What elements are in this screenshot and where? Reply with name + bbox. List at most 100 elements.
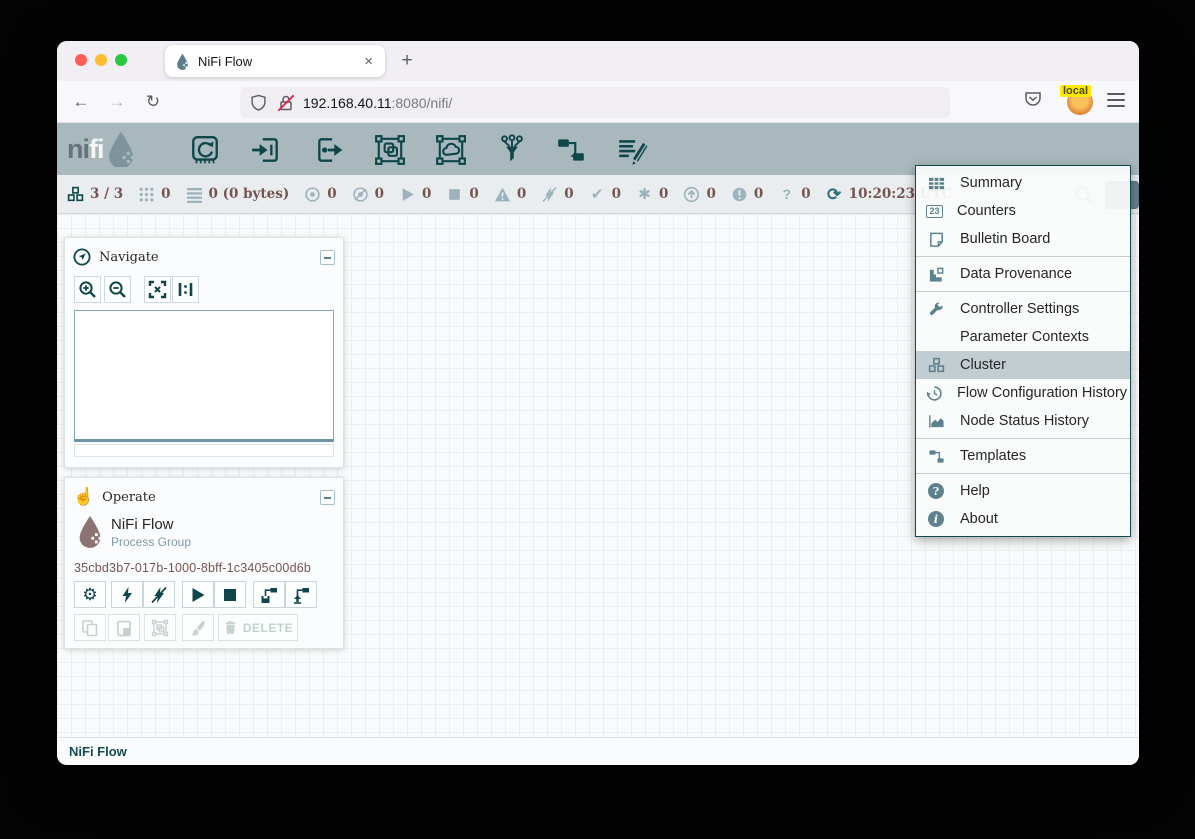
navigate-icon xyxy=(73,248,91,266)
menu-item-bulletin-board[interactable]: Bulletin Board xyxy=(916,225,1130,253)
url-text[interactable]: 192.168.40.11:8080/nifi/ xyxy=(303,95,940,111)
threads-grid-icon xyxy=(138,186,155,203)
profile-badge: local xyxy=(1060,85,1091,97)
upload-template-button[interactable] xyxy=(285,581,317,608)
summary-table-icon xyxy=(926,174,946,192)
wrench-icon xyxy=(926,300,946,318)
stop-button[interactable] xyxy=(214,581,246,608)
stopped-square-icon xyxy=(446,186,463,203)
url-path: :8080/nifi/ xyxy=(392,95,453,111)
insecure-lock-icon[interactable] xyxy=(277,94,295,112)
new-tab-button[interactable]: + xyxy=(395,49,419,73)
menu-item-node-status-history[interactable]: Node Status History xyxy=(916,407,1130,435)
close-window-button[interactable] xyxy=(75,54,87,66)
group-button[interactable] xyxy=(144,614,176,641)
url-host: 192.168.40.11 xyxy=(303,95,392,111)
menu-item-templates[interactable]: Templates xyxy=(916,442,1130,470)
cluster-count: 3 / 3 xyxy=(90,186,123,202)
active-threads-status: 0 xyxy=(138,186,170,203)
minimize-window-button[interactable] xyxy=(95,54,107,66)
stale-status: 0 xyxy=(683,186,715,203)
tab-title: NiFi Flow xyxy=(198,54,362,69)
breadcrumb[interactable]: NiFi Flow xyxy=(69,744,127,759)
locally-modified-status: ✱ 0 xyxy=(636,186,668,203)
queued-list-icon xyxy=(186,186,203,203)
forward-icon[interactable]: → xyxy=(105,90,129,114)
process-group-draggable-icon[interactable] xyxy=(374,134,406,166)
counters-icon: 23 xyxy=(926,205,943,218)
logo-text-fi: fi xyxy=(89,134,104,165)
back-icon[interactable]: ← xyxy=(69,90,93,114)
nifi-favicon xyxy=(175,53,190,70)
menu-item-data-provenance[interactable]: Data Provenance xyxy=(916,260,1130,288)
menu-item-help[interactable]: ? Help xyxy=(916,477,1130,505)
pocket-icon[interactable] xyxy=(1023,89,1043,109)
fill-color-brush-button[interactable] xyxy=(182,614,214,641)
modified-stale-exclamation-icon xyxy=(731,186,748,203)
browser-menu-icon[interactable] xyxy=(1107,93,1125,107)
menu-separator xyxy=(916,473,1130,474)
processor-draggable-icon[interactable] xyxy=(189,134,221,166)
configuration-button[interactable]: ⚙ xyxy=(74,581,106,608)
screenshot-stage: NiFi Flow × + ← → ↻ ☆ 192.168.40.11:8080… xyxy=(0,0,1195,839)
delete-button[interactable]: DELETE xyxy=(218,614,298,641)
refresh-icon[interactable]: ⟳ xyxy=(826,186,843,203)
sync-failure-count: 0 xyxy=(801,186,810,202)
output-port-draggable-icon[interactable] xyxy=(314,134,346,166)
stopped-status: 0 xyxy=(446,186,478,203)
funnel-draggable-icon[interactable] xyxy=(496,134,528,166)
menu-item-controller-settings[interactable]: Controller Settings xyxy=(916,295,1130,323)
locally-modified-count: 0 xyxy=(659,186,668,202)
label-draggable-icon[interactable] xyxy=(616,134,648,166)
running-status: 0 xyxy=(399,186,431,203)
transmitting-count: 0 xyxy=(327,186,336,202)
menu-item-about[interactable]: i About xyxy=(916,505,1130,533)
menu-item-parameter-contexts[interactable]: Parameter Contexts xyxy=(916,323,1130,351)
create-template-button[interactable] xyxy=(253,581,285,608)
navigate-palette: Navigate xyxy=(64,237,344,468)
menu-item-counters[interactable]: 23 Counters xyxy=(916,197,1130,225)
copy-button[interactable] xyxy=(74,614,106,641)
nifi-drop-icon xyxy=(106,131,136,167)
remote-process-group-draggable-icon[interactable] xyxy=(435,134,467,166)
zoom-fit-button[interactable] xyxy=(144,276,171,303)
navigate-collapse-button[interactable] xyxy=(320,250,335,265)
not-transmitting-status: 0 xyxy=(352,186,384,203)
menu-item-summary[interactable]: Summary xyxy=(916,169,1130,197)
disabled-bolt-icon xyxy=(541,186,558,203)
provenance-icon xyxy=(926,265,946,283)
active-threads-count: 0 xyxy=(161,186,170,202)
url-bar[interactable]: 192.168.40.11:8080/nifi/ xyxy=(240,87,950,118)
operate-collapse-button[interactable] xyxy=(320,490,335,505)
zoom-out-button[interactable] xyxy=(104,276,131,303)
start-button[interactable] xyxy=(182,581,214,608)
zoom-window-button[interactable] xyxy=(115,54,127,66)
template-draggable-icon[interactable] xyxy=(555,134,587,166)
running-count: 0 xyxy=(422,186,431,202)
selected-component-type: Process Group xyxy=(111,535,191,549)
enable-button[interactable] xyxy=(111,581,143,608)
paste-button[interactable] xyxy=(108,614,140,641)
history-icon xyxy=(926,384,943,402)
disabled-count: 0 xyxy=(564,186,573,202)
menu-item-flow-configuration-history[interactable]: Flow Configuration History xyxy=(916,379,1130,407)
breadcrumb-bar: NiFi Flow xyxy=(57,737,1139,765)
menu-item-cluster[interactable]: Cluster xyxy=(916,351,1130,379)
invalid-warning-icon xyxy=(494,186,511,203)
disable-button[interactable] xyxy=(143,581,175,608)
shield-icon[interactable] xyxy=(250,94,267,112)
reload-icon[interactable]: ↻ xyxy=(141,90,165,114)
locally-modified-stale-status: 0 xyxy=(731,186,763,203)
running-play-icon xyxy=(399,186,416,203)
zoom-in-button[interactable] xyxy=(74,276,101,303)
zoom-actual-size-button[interactable] xyxy=(172,276,199,303)
invalid-status: 0 xyxy=(494,186,526,203)
input-port-draggable-icon[interactable] xyxy=(250,134,282,166)
browser-tab[interactable]: NiFi Flow × xyxy=(165,45,385,77)
delete-label: DELETE xyxy=(243,621,293,635)
locally-modified-asterisk-icon: ✱ xyxy=(636,186,653,203)
selected-component-id[interactable]: 35cbd3b7-017b-1000-8bff-1c3405c00d6b xyxy=(74,561,311,575)
template-icon xyxy=(926,447,946,465)
tab-close-icon[interactable]: × xyxy=(362,53,375,70)
birdseye-minimap[interactable] xyxy=(74,310,334,442)
